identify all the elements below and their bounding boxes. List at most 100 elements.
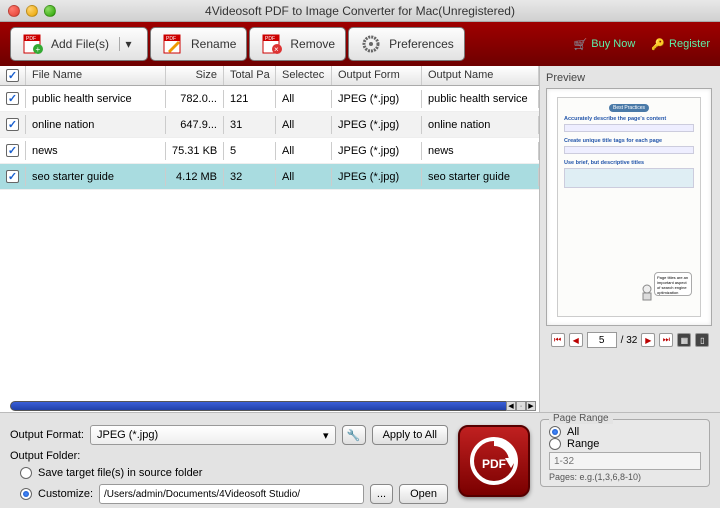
col-selected[interactable]: Selectec (276, 66, 332, 85)
output-path-input[interactable]: /Users/admin/Documents/4Videosoft Studio… (99, 484, 364, 504)
add-files-button[interactable]: PDF+ Add File(s) ▾ (10, 27, 148, 61)
output-folder-label: Output Folder: (10, 450, 80, 462)
window-title: 4Videosoft PDF to Image Converter for Ma… (0, 4, 720, 18)
footer: ◀·▶ Output Format: JPEG (*.jpg)▾ 🔧 Apply… (0, 412, 720, 508)
range-input[interactable] (549, 452, 701, 470)
horizontal-scrollbar[interactable] (10, 401, 520, 411)
first-page-button[interactable]: ⏮ (551, 333, 565, 347)
next-page-button[interactable]: ▶ (641, 333, 655, 347)
cell-size: 647.9... (166, 116, 224, 134)
prev-page-button[interactable]: ◀ (569, 333, 583, 347)
thumbnail-view-button[interactable]: ▦ (677, 333, 691, 347)
preview-callout: Page titles are an important aspect of s… (654, 272, 692, 296)
row-checkbox[interactable] (6, 92, 19, 105)
table-row[interactable]: online nation 647.9... 31 All JPEG (*.jp… (0, 112, 539, 138)
cell-selected: All (276, 168, 332, 186)
cell-selected: All (276, 116, 332, 134)
range-all-radio[interactable] (549, 426, 561, 438)
cell-selected: All (276, 142, 332, 160)
add-files-dropdown[interactable]: ▾ (119, 37, 137, 51)
cell-total: 31 (224, 116, 276, 134)
page-total: / 32 (621, 335, 638, 346)
cell-size: 75.31 KB (166, 142, 224, 160)
mascot-icon (640, 284, 654, 302)
range-custom-radio[interactable] (549, 438, 561, 450)
cell-total: 121 (224, 90, 276, 108)
preview-page: Best Practices Accurately describe the p… (557, 97, 701, 317)
scroll-left[interactable]: ◀ (506, 401, 516, 411)
scroll-split[interactable]: · (516, 401, 526, 411)
col-outname[interactable]: Output Name (422, 66, 539, 85)
header-checkbox[interactable] (0, 66, 26, 85)
cell-filename: news (26, 142, 166, 160)
buy-now-link[interactable]: 🛒Buy Now (574, 38, 636, 51)
row-checkbox[interactable] (6, 170, 19, 183)
file-list-panel: File Name Size Total Pa Selectec Output … (0, 66, 540, 412)
table-row[interactable]: news 75.31 KB 5 All JPEG (*.jpg) news (0, 138, 539, 164)
cell-total: 5 (224, 142, 276, 160)
cell-format: JPEG (*.jpg) (332, 90, 422, 108)
open-folder-button[interactable]: Open (399, 484, 448, 504)
cell-selected: All (276, 90, 332, 108)
output-format-label: Output Format: (10, 429, 84, 441)
table-header: File Name Size Total Pa Selectec Output … (0, 66, 539, 86)
pv-badge: Best Practices (609, 104, 649, 112)
preview-label: Preview (546, 72, 714, 84)
rename-label: Rename (191, 37, 236, 51)
page-input[interactable] (587, 332, 617, 348)
preferences-label: Preferences (389, 37, 454, 51)
scroll-right[interactable]: ▶ (526, 401, 536, 411)
output-format-select[interactable]: JPEG (*.jpg)▾ (90, 425, 336, 445)
row-checkbox[interactable] (6, 144, 19, 157)
save-source-radio[interactable] (20, 467, 32, 479)
page-nav: ⏮ ◀ / 32 ▶ ⏭ ▦ ▯ (546, 332, 714, 348)
cell-total: 32 (224, 168, 276, 186)
svg-text:PDF: PDF (482, 457, 506, 471)
remove-label: Remove (290, 37, 335, 51)
customize-label: Customize: (38, 488, 93, 500)
preview-box: Best Practices Accurately describe the p… (546, 88, 712, 326)
col-format[interactable]: Output Form (332, 66, 422, 85)
titlebar: 4Videosoft PDF to Image Converter for Ma… (0, 0, 720, 22)
table-row[interactable]: public health service 782.0... 121 All J… (0, 86, 539, 112)
customize-radio[interactable] (20, 488, 32, 500)
col-total[interactable]: Total Pa (224, 66, 276, 85)
pdf-add-icon: PDF+ (21, 32, 45, 56)
register-link[interactable]: 🔑Register (651, 38, 710, 51)
key-icon: 🔑 (651, 38, 665, 51)
svg-text:×: × (274, 45, 279, 54)
single-view-button[interactable]: ▯ (695, 333, 709, 347)
last-page-button[interactable]: ⏭ (659, 333, 673, 347)
table-row[interactable]: seo starter guide 4.12 MB 32 All JPEG (*… (0, 164, 539, 190)
rename-button[interactable]: PDF Rename (150, 27, 247, 61)
format-settings-button[interactable]: 🔧 (342, 425, 366, 445)
cell-output: seo starter guide (422, 168, 539, 186)
pdf-convert-icon: PDF (469, 436, 519, 486)
apply-to-all-button[interactable]: Apply to All (372, 425, 448, 445)
cell-filename: seo starter guide (26, 168, 166, 186)
svg-text:PDF: PDF (166, 36, 176, 42)
cell-output: online nation (422, 116, 539, 134)
cell-size: 4.12 MB (166, 168, 224, 186)
remove-button[interactable]: PDF× Remove (249, 27, 346, 61)
page-range-legend: Page Range (549, 413, 613, 424)
preferences-button[interactable]: Preferences (348, 27, 465, 61)
cell-filename: online nation (26, 116, 166, 134)
pdf-remove-icon: PDF× (260, 32, 284, 56)
browse-button[interactable]: ... (370, 484, 393, 504)
cell-size: 782.0... (166, 90, 224, 108)
add-files-label: Add File(s) (51, 37, 109, 51)
svg-text:PDF: PDF (26, 36, 36, 42)
col-size[interactable]: Size (166, 66, 224, 85)
cell-format: JPEG (*.jpg) (332, 168, 422, 186)
row-checkbox[interactable] (6, 118, 19, 131)
chevron-down-icon: ▾ (323, 429, 329, 442)
convert-button[interactable]: PDF (458, 425, 530, 497)
pdf-rename-icon: PDF (161, 32, 185, 56)
save-source-label: Save target file(s) in source folder (38, 467, 202, 479)
cell-format: JPEG (*.jpg) (332, 142, 422, 160)
range-hint: Pages: e.g.(1,3,6,8-10) (549, 472, 701, 482)
gear-icon (359, 32, 383, 56)
wrench-icon: 🔧 (347, 429, 361, 442)
col-filename[interactable]: File Name (26, 66, 166, 85)
